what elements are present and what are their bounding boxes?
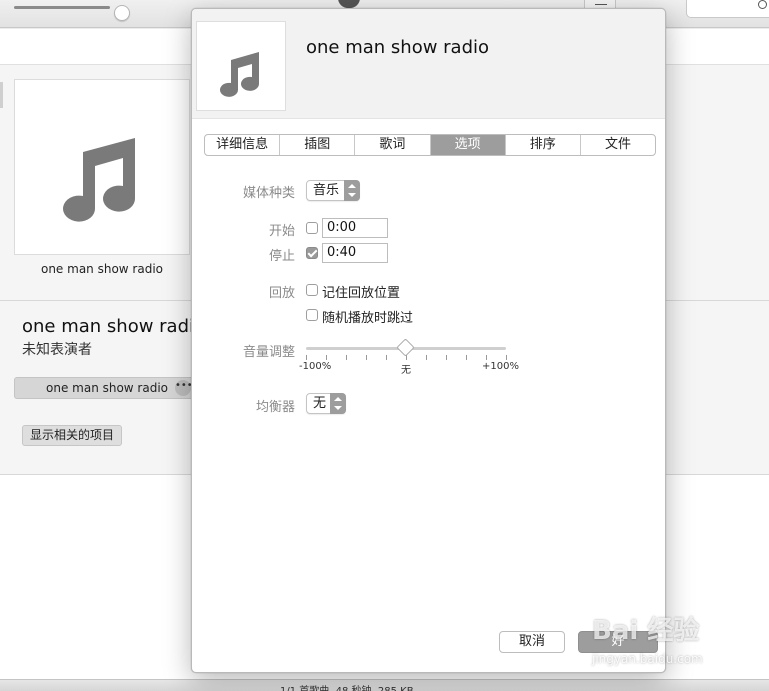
album-caption: one man show radio [40, 262, 163, 276]
tab-lyrics[interactable]: 歌词 [355, 135, 431, 155]
volume-max-label: +100% [482, 361, 519, 372]
dialog-header: one man show radio [192, 9, 665, 119]
tab-details[interactable]: 详细信息 [205, 135, 281, 155]
music-note-icon [220, 52, 259, 97]
media-kind-select[interactable]: 音乐 [306, 180, 360, 201]
tab-bar: 详细信息 插图 歌词 选项 排序 文件 [204, 134, 656, 156]
status-text: 1/1 首歌曲, 48 秒钟, 285 KB [280, 682, 414, 691]
tab-sorting[interactable]: 排序 [506, 135, 581, 155]
slider-tick [386, 355, 387, 360]
start-time-field[interactable]: 0:00 [322, 218, 388, 238]
volume-min-label: -100% [299, 361, 332, 372]
volume-adjust-label: 音量调整 [242, 345, 295, 360]
search-icon [758, 0, 767, 9]
more-icon[interactable]: ••• [175, 380, 193, 396]
tab-options[interactable]: 选项 [430, 135, 506, 155]
equalizer-label: 均衡器 [255, 400, 295, 415]
remember-position-checkbox[interactable] [306, 284, 318, 296]
info-dialog: one man show radio 详细信息 插图 歌词 选项 排序 文件 媒… [191, 8, 666, 673]
tab-file[interactable]: 文件 [581, 135, 655, 155]
apple-icon [338, 0, 360, 8]
artist-name: 未知表演者 [22, 342, 92, 358]
list-icon [595, 4, 607, 5]
slider-tick [426, 355, 427, 360]
media-kind-value: 音乐 [313, 183, 340, 198]
volume-mid-label: 无 [401, 365, 411, 376]
remember-position-label: 记住回放位置 [322, 286, 401, 301]
stop-label: 停止 [268, 249, 295, 264]
start-label: 开始 [268, 224, 295, 239]
status-bar: 1/1 首歌曲, 48 秒钟, 285 KB [0, 679, 769, 691]
dialog-artwork [196, 21, 286, 111]
slider-tick [306, 355, 307, 360]
dialog-title: one man show radio [306, 37, 490, 58]
volume-slider[interactable] [14, 5, 130, 21]
show-related-button[interactable]: 显示相关的项目 [22, 425, 123, 446]
slider-tick [486, 355, 487, 360]
stop-checkbox[interactable] [306, 247, 318, 259]
song-title: one man show radio [22, 316, 206, 337]
slider-tick [326, 355, 327, 360]
stop-time-field[interactable]: 0:40 [322, 243, 388, 263]
slider-tick [466, 355, 467, 360]
volume-knob[interactable] [114, 5, 130, 21]
media-kind-label: 媒体种类 [242, 186, 295, 201]
equalizer-select[interactable]: 无 [306, 393, 346, 414]
skip-shuffle-label: 随机播放时跳过 [322, 311, 414, 326]
album-artwork[interactable] [14, 79, 190, 255]
sidebar-edge [0, 82, 3, 108]
slider-tick [446, 355, 447, 360]
volume-adjust-thumb[interactable] [396, 338, 415, 357]
playback-label: 回放 [268, 286, 295, 301]
slider-tick [506, 355, 507, 360]
skip-shuffle-checkbox[interactable] [306, 309, 318, 321]
watermark-logo: Bai 经验 [592, 616, 700, 646]
track-pill-label: one man show radio [46, 381, 169, 395]
slider-tick [366, 355, 367, 360]
stepper-icon [344, 180, 360, 201]
stepper-icon [330, 393, 346, 414]
tab-artwork[interactable]: 插图 [280, 135, 356, 155]
watermark-url: jingyan.baidu.com [592, 652, 703, 666]
search-input[interactable] [686, 0, 769, 18]
start-checkbox[interactable] [306, 222, 318, 234]
music-note-icon [63, 138, 136, 222]
selection-pointer [92, 290, 112, 300]
equalizer-value: 无 [313, 396, 327, 411]
slider-tick [346, 355, 347, 360]
cancel-button[interactable]: 取消 [499, 631, 565, 653]
